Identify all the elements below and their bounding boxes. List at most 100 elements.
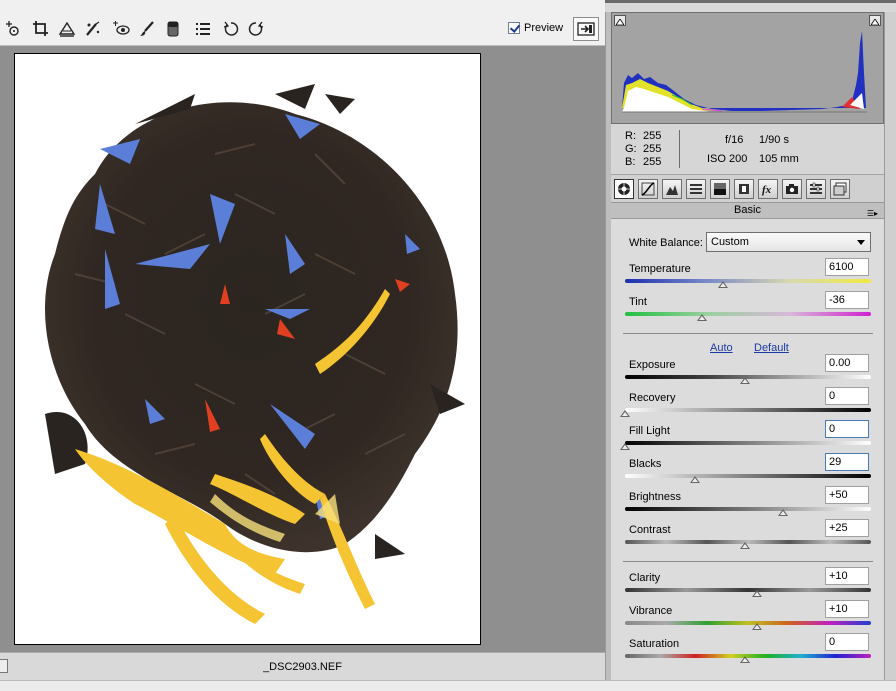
white-balance-value: Custom (711, 236, 749, 248)
temperature-slider-track[interactable] (625, 279, 871, 283)
contrast-value-field[interactable]: +25 (825, 519, 869, 537)
spot-removal-icon[interactable] (82, 18, 104, 40)
chevron-down-icon (857, 240, 865, 245)
vibrance-slider-thumb[interactable] (752, 623, 762, 630)
red-eye-icon[interactable] (110, 18, 132, 40)
split-toning-tab-icon[interactable] (710, 179, 730, 199)
saturation-label: Saturation (629, 638, 680, 650)
brightness-value-field[interactable]: +50 (825, 486, 869, 504)
preview-checkbox[interactable] (508, 22, 520, 34)
svg-text:fx: fx (762, 184, 772, 196)
image-canvas-area[interactable] (0, 46, 605, 652)
brightness-label: Brightness (629, 491, 681, 503)
lens-corrections-tab-icon[interactable] (734, 179, 754, 199)
g-label: G: (625, 143, 637, 155)
aperture-value: f/16 (725, 134, 744, 146)
contrast-slider-thumb[interactable] (740, 542, 750, 549)
fill-light-label: Fill Light (629, 425, 670, 437)
recovery-slider-track[interactable] (625, 408, 871, 412)
white-balance-label: White Balance: (629, 237, 703, 249)
preferences-list-icon[interactable] (192, 18, 214, 40)
clarity-slider-track[interactable] (625, 588, 871, 592)
g-value: 255 (643, 143, 662, 155)
info-separator (679, 130, 680, 168)
b-label: B: (625, 156, 636, 168)
fullscreen-toggle-icon[interactable] (573, 17, 599, 41)
blacks-slider-track[interactable] (625, 474, 871, 478)
exposure-value-field[interactable]: 0.00 (825, 354, 869, 372)
clarity-value-field[interactable]: +10 (825, 567, 869, 585)
graduated-filter-icon[interactable] (162, 18, 184, 40)
adjustment-brush-icon[interactable] (136, 18, 158, 40)
color-sampler-icon[interactable] (2, 18, 24, 40)
basic-adjustments-panel: White Balance: Custom Auto Default Tempe… (611, 219, 884, 680)
r-label: R: (625, 130, 636, 142)
straighten-icon[interactable] (56, 18, 78, 40)
tint-label: Tint (629, 296, 647, 308)
crop-icon[interactable] (30, 18, 52, 40)
tea-leaves-photo (15, 54, 480, 644)
panel-scroll-edge (884, 12, 896, 680)
temperature-label: Temperature (629, 263, 691, 275)
exposure-slider-thumb[interactable] (740, 377, 750, 384)
tint-slider-thumb[interactable] (696, 314, 707, 321)
blacks-label: Blacks (629, 458, 662, 470)
clarity-slider-thumb[interactable] (752, 590, 762, 597)
white-balance-select[interactable]: Custom (706, 232, 871, 252)
rotate-ccw-icon[interactable] (220, 18, 242, 40)
blacks-value-field[interactable]: 29 (825, 453, 869, 471)
fill-light-value-field[interactable]: 0 (825, 420, 869, 438)
auto-link[interactable]: Auto (710, 342, 733, 354)
recovery-slider-thumb[interactable] (620, 410, 630, 417)
separator (623, 561, 873, 562)
camera-calibration-tab-icon[interactable] (782, 179, 802, 199)
hsl-tab-icon[interactable] (686, 179, 706, 199)
image-info-panel: R: 255 G: 255 B: 255 f/16 1/90 s ISO 200 10… (611, 124, 884, 174)
recovery-label: Recovery (629, 392, 676, 404)
basic-tab-icon[interactable] (614, 179, 634, 199)
brightness-slider-track[interactable] (625, 507, 871, 511)
temperature-slider-thumb[interactable] (718, 281, 729, 288)
histogram-graph (622, 31, 867, 113)
panel-section-header: Basic ☰▸ (611, 202, 884, 219)
fill-light-slider-track[interactable] (625, 441, 871, 445)
rgb-readout: R: 255 G: 255 B: 255 (625, 130, 661, 169)
snapshots-tab-icon[interactable] (830, 179, 850, 199)
recovery-value-field[interactable]: 0 (825, 387, 869, 405)
histogram (611, 12, 884, 124)
blacks-slider-thumb[interactable] (689, 476, 700, 483)
detail-tab-icon[interactable] (662, 179, 682, 199)
filename-label: _DSC2903.NEF (263, 661, 342, 673)
tone-curve-tab-icon[interactable] (638, 179, 658, 199)
r-value: 255 (643, 130, 662, 142)
photo-preview[interactable] (14, 53, 481, 645)
rotate-cw-icon[interactable] (245, 18, 267, 40)
vibrance-slider-track[interactable] (625, 621, 871, 625)
vibrance-label: Vibrance (629, 605, 673, 617)
fill-light-slider-thumb[interactable] (620, 443, 630, 450)
exposure-label: Exposure (629, 359, 676, 371)
presets-tab-icon[interactable] (806, 179, 826, 199)
clarity-label: Clarity (629, 572, 661, 584)
tint-slider-track[interactable] (625, 312, 871, 316)
brightness-slider-thumb[interactable] (778, 509, 789, 516)
tool-bar: Preview (0, 0, 605, 46)
separator (623, 333, 873, 334)
temperature-value-field[interactable]: 6100 (825, 258, 869, 276)
panel-tabs: fx (611, 174, 884, 202)
default-link[interactable]: Default (754, 342, 789, 354)
shutter-speed-value: 1/90 s (759, 134, 789, 146)
vibrance-value-field[interactable]: +10 (825, 600, 869, 618)
dialog-bottom-strip (0, 680, 896, 691)
preview-label: Preview (524, 22, 564, 34)
saturation-slider-thumb[interactable] (740, 656, 750, 663)
focal-length-value: 105 mm (759, 153, 799, 165)
iso-value: ISO 200 (707, 153, 748, 165)
contrast-label: Contrast (629, 524, 671, 536)
preview-toggle[interactable]: Preview (508, 22, 563, 34)
section-title: Basic (734, 204, 761, 216)
saturation-value-field[interactable]: 0 (825, 633, 869, 651)
effects-tab-icon[interactable]: fx (758, 179, 778, 199)
tint-value-field[interactable]: -36 (825, 291, 869, 309)
b-value: 255 (643, 156, 662, 168)
